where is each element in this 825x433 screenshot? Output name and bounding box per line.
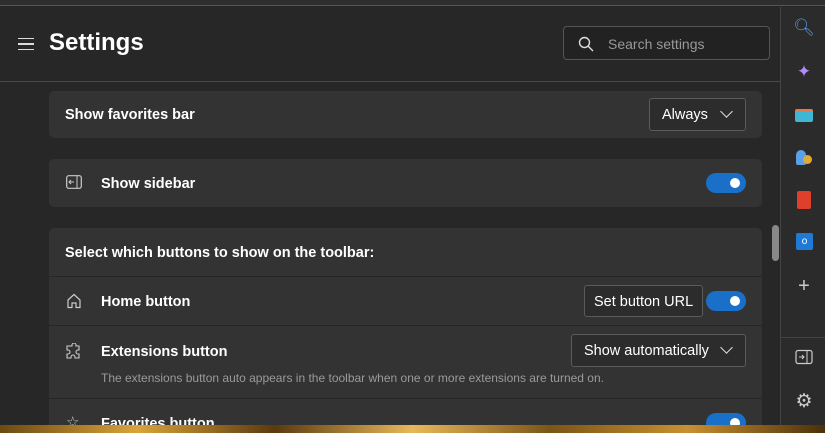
toolbar-section-heading: Select which buttons to show on the tool… (65, 245, 375, 261)
extensions-value: Show automatically (584, 343, 709, 359)
search-icon (578, 36, 594, 52)
menu-icon[interactable] (18, 38, 34, 50)
sidebar-label: Show sidebar (101, 176, 196, 192)
tools-icon[interactable] (793, 105, 815, 127)
favorites-bar-label: Show favorites bar (65, 107, 195, 123)
favorites-icon: ☆ (66, 414, 80, 425)
search-placeholder: Search settings (608, 36, 705, 52)
home-button-toggle[interactable] (706, 291, 746, 311)
favorites-button-toggle[interactable] (706, 413, 746, 425)
favorites-button-label: Favorites button (101, 416, 215, 425)
sidebar-icon (66, 175, 82, 189)
sidebar-card: Show sidebar (49, 159, 762, 207)
set-button-url-button[interactable]: Set button URL (584, 285, 704, 317)
add-icon[interactable]: + (793, 275, 815, 297)
home-icon (67, 293, 81, 309)
extensions-description: The extensions button auto appears in th… (101, 371, 604, 385)
copilot-icon[interactable]: ✦ (793, 61, 815, 83)
sidebar-toggle[interactable] (706, 173, 746, 193)
toolbar-buttons-card: Select which buttons to show on the tool… (49, 228, 762, 425)
chevron-down-icon (720, 105, 733, 118)
outlook-icon[interactable]: o (793, 231, 815, 253)
settings-icon[interactable]: ⚙ (793, 391, 815, 413)
extensions-dropdown[interactable]: Show automatically (571, 334, 746, 367)
people-icon[interactable] (793, 147, 815, 169)
sidebar-divider (781, 337, 825, 338)
puzzle-icon (66, 343, 80, 359)
scrollbar-thumb[interactable] (772, 225, 779, 261)
settings-main: Settings Search settings Show favorites … (0, 6, 780, 425)
favorites-bar-value: Always (662, 107, 708, 123)
settings-header: Settings Search settings (0, 6, 780, 82)
extensions-button-row: Extensions button The extensions button … (49, 325, 762, 398)
favorites-bar-card: Show favorites bar Always (49, 91, 762, 138)
home-button-row: Home button Set button URL (49, 276, 762, 325)
home-button-label: Home button (101, 294, 191, 310)
extensions-button-label: Extensions button (101, 344, 228, 360)
search-icon[interactable]: 🔍︎ (793, 17, 815, 39)
page-title: Settings (49, 29, 144, 56)
chevron-down-icon (720, 341, 733, 354)
favorites-bar-dropdown[interactable]: Always (649, 98, 746, 131)
hide-sidebar-icon[interactable] (793, 349, 815, 371)
search-input[interactable]: Search settings (563, 26, 770, 60)
favorites-button-row: ☆ Favorites button (49, 398, 762, 425)
office-icon[interactable] (793, 189, 815, 211)
right-sidebar: 🔍︎ ✦ o + ⚙ (780, 7, 825, 425)
desktop-wallpaper (0, 425, 825, 433)
